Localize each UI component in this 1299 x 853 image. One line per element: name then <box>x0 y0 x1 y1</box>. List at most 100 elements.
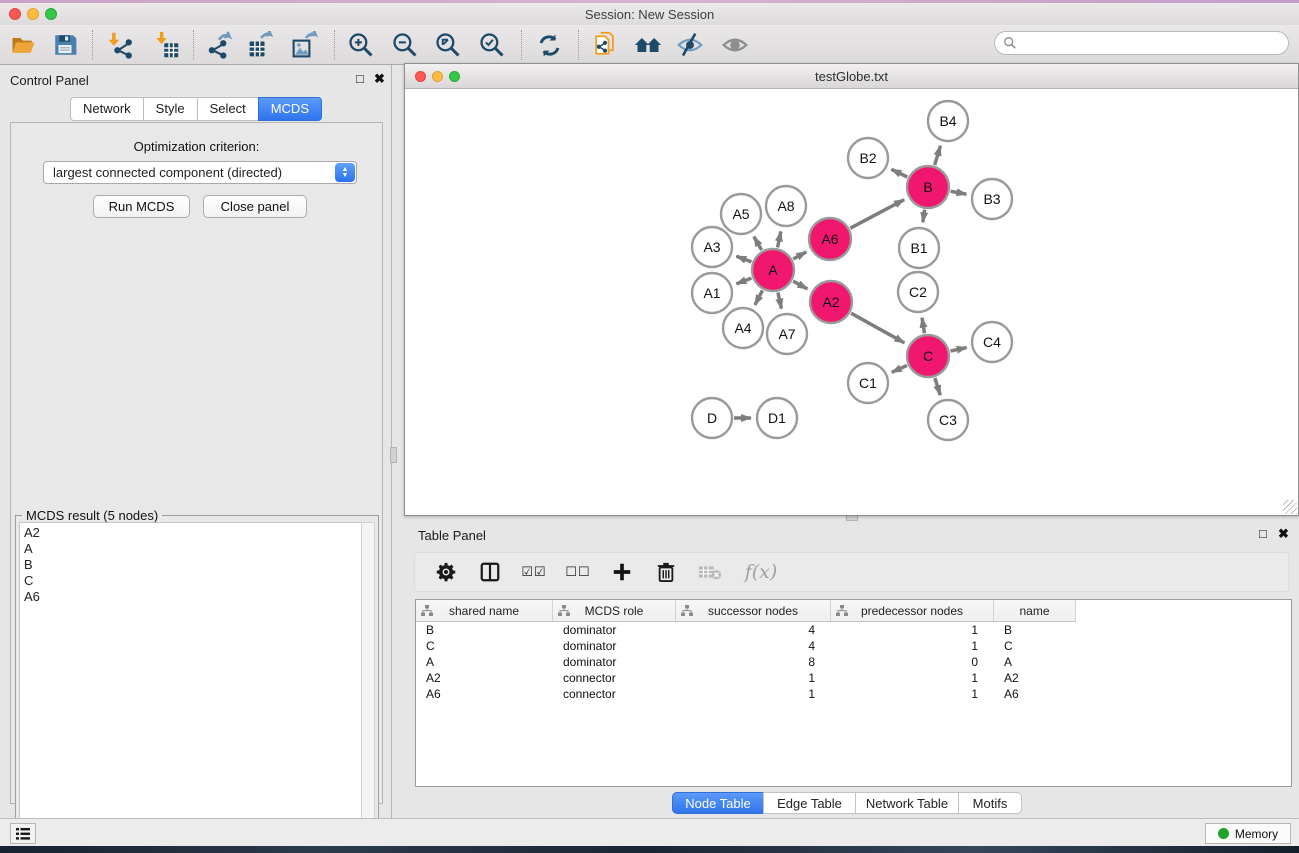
task-history-button[interactable] <box>10 823 36 844</box>
vertical-split-handle[interactable] <box>390 447 397 463</box>
apply-function-icon[interactable]: f(x) <box>741 559 781 585</box>
edge-A-A7[interactable] <box>778 292 782 308</box>
graph-node-A2[interactable]: A2 <box>810 281 852 323</box>
graph-node-B[interactable]: B <box>907 166 949 208</box>
tab-motifs[interactable]: Motifs <box>958 792 1022 814</box>
table-row[interactable]: Cdominator41C <box>416 638 1291 654</box>
mcds-result-list[interactable]: A2ABCA6 <box>19 522 363 849</box>
close-panel-icon[interactable]: ✖ <box>374 72 385 85</box>
tab-network-table[interactable]: Network Table <box>855 792 958 814</box>
graph-node-D1[interactable]: D1 <box>757 398 797 438</box>
show-columns-icon[interactable] <box>477 559 503 585</box>
edge-A-A2[interactable] <box>793 281 807 289</box>
close-table-panel-icon[interactable]: ✖ <box>1278 527 1289 540</box>
column-header-MCDS-role[interactable]: MCDS role <box>553 600 676 621</box>
edge-C-C4[interactable] <box>950 348 966 352</box>
graph-node-C4[interactable]: C4 <box>972 322 1012 362</box>
edge-A-A6[interactable] <box>793 252 806 259</box>
zoom-fit-icon[interactable] <box>431 28 465 62</box>
tab-mcds[interactable]: MCDS <box>258 97 322 121</box>
edge-C-C2[interactable] <box>922 318 924 334</box>
graph-node-D[interactable]: D <box>692 398 732 438</box>
network-graph[interactable]: B4B2BB3A5A8A6B1A3AA1C2A2A4A7C4CC1C3DD1 <box>405 89 1298 515</box>
column-header-shared-name[interactable]: shared name <box>416 600 553 621</box>
graph-node-A[interactable]: A <box>752 249 794 291</box>
show-all-icon[interactable] <box>718 28 752 62</box>
hide-selected-icon[interactable] <box>673 28 707 62</box>
mcds-result-item[interactable]: C <box>24 573 362 589</box>
edge-A-A1[interactable] <box>736 278 751 284</box>
edge-B-B4[interactable] <box>935 146 941 165</box>
edge-B-B2[interactable] <box>891 169 907 177</box>
table-settings-icon[interactable] <box>433 559 459 585</box>
refresh-icon[interactable] <box>532 28 566 62</box>
node-table[interactable]: shared nameMCDS rolesuccessor nodesprede… <box>415 599 1292 787</box>
edge-C-C3[interactable] <box>935 378 940 395</box>
graph-node-C1[interactable]: C1 <box>848 363 888 403</box>
tab-edge-table[interactable]: Edge Table <box>763 792 855 814</box>
graph-node-B4[interactable]: B4 <box>928 101 968 141</box>
zoom-in-icon[interactable] <box>344 28 378 62</box>
tab-style[interactable]: Style <box>143 97 197 121</box>
graph-node-A4[interactable]: A4 <box>723 308 763 348</box>
edge-A-A4[interactable] <box>755 290 762 304</box>
select-all-columns-icon[interactable]: ☑☑ <box>521 559 547 585</box>
table-row[interactable]: A2connector11A2 <box>416 670 1291 686</box>
edge-A-A3[interactable] <box>736 256 751 262</box>
column-header-name[interactable]: name <box>994 600 1076 621</box>
save-session-icon[interactable] <box>48 28 82 62</box>
search-input[interactable] <box>994 31 1289 55</box>
edge-A-A8[interactable] <box>778 231 781 247</box>
network-canvas[interactable]: B4B2BB3A5A8A6B1A3AA1C2A2A4A7C4CC1C3DD1 <box>405 89 1298 515</box>
clone-network-icon[interactable] <box>588 28 622 62</box>
graph-node-C[interactable]: C <box>907 335 949 377</box>
graph-node-A8[interactable]: A8 <box>766 186 806 226</box>
criterion-select[interactable]: largest connected component (directed) ▲… <box>43 161 357 184</box>
mcds-result-scrollbar[interactable] <box>361 522 375 849</box>
edge-B-B1[interactable] <box>923 210 925 223</box>
zoom-selected-icon[interactable] <box>475 28 509 62</box>
edge-A6-B[interactable] <box>850 200 904 229</box>
import-table-icon[interactable] <box>149 28 183 62</box>
deselect-all-columns-icon[interactable]: ☐☐ <box>565 559 591 585</box>
run-mcds-button[interactable]: Run MCDS <box>93 195 190 218</box>
memory-button[interactable]: Memory <box>1205 823 1291 844</box>
export-image-icon[interactable] <box>288 28 322 62</box>
graph-node-A1[interactable]: A1 <box>692 273 732 313</box>
close-panel-button[interactable]: Close panel <box>203 195 307 218</box>
graph-node-C3[interactable]: C3 <box>928 400 968 440</box>
graph-node-B1[interactable]: B1 <box>899 228 939 268</box>
float-table-panel-icon[interactable]: □ <box>1259 527 1267 540</box>
window-resize-grip[interactable] <box>1283 500 1297 514</box>
import-network-icon[interactable] <box>103 28 137 62</box>
graph-node-B2[interactable]: B2 <box>848 138 888 178</box>
edge-B-B3[interactable] <box>951 191 967 194</box>
edge-A2-C[interactable] <box>851 313 904 343</box>
graph-node-C2[interactable]: C2 <box>898 272 938 312</box>
tab-network[interactable]: Network <box>70 97 143 121</box>
column-header-predecessor-nodes[interactable]: predecessor nodes <box>831 600 994 621</box>
graph-node-A3[interactable]: A3 <box>692 227 732 267</box>
graph-node-B3[interactable]: B3 <box>972 179 1012 219</box>
table-row[interactable]: Bdominator41B <box>416 622 1291 638</box>
float-panel-icon[interactable]: □ <box>356 72 364 85</box>
graph-node-A5[interactable]: A5 <box>721 194 761 234</box>
first-neighbors-icon[interactable] <box>631 28 665 62</box>
export-network-icon[interactable] <box>201 28 235 62</box>
table-row[interactable]: A6connector11A6 <box>416 686 1291 702</box>
open-file-icon[interactable] <box>6 28 40 62</box>
zoom-out-icon[interactable] <box>388 28 422 62</box>
table-row[interactable]: Adominator80A <box>416 654 1291 670</box>
delete-columns-icon[interactable] <box>653 559 679 585</box>
tab-node-table[interactable]: Node Table <box>672 792 763 814</box>
tab-select[interactable]: Select <box>197 97 258 121</box>
mcds-result-item[interactable]: A6 <box>24 589 362 605</box>
graph-node-A7[interactable]: A7 <box>767 314 807 354</box>
export-table-icon[interactable] <box>244 28 278 62</box>
edge-C-C1[interactable] <box>892 365 907 372</box>
column-header-successor-nodes[interactable]: successor nodes <box>676 600 831 621</box>
edge-A-A5[interactable] <box>754 237 762 250</box>
add-column-icon[interactable] <box>609 559 635 585</box>
delete-table-icon[interactable] <box>697 559 723 585</box>
mcds-result-item[interactable]: A <box>24 541 362 557</box>
